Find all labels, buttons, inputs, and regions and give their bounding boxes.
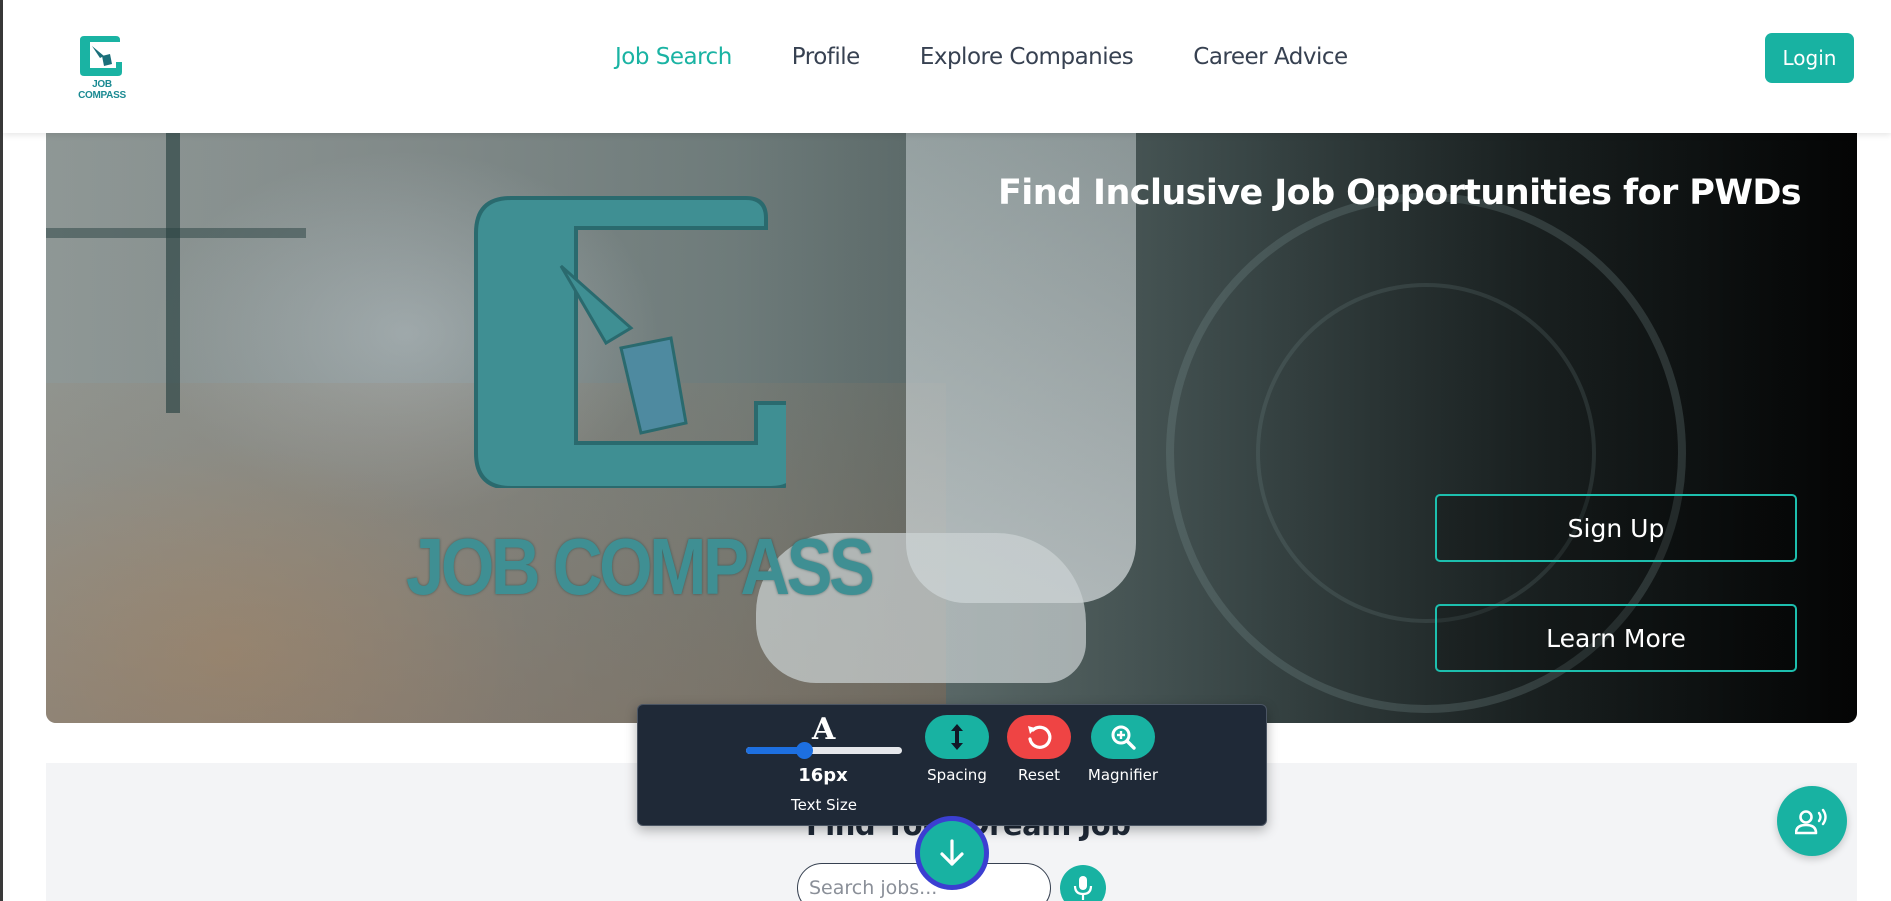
text-size-value: 16px — [798, 765, 848, 786]
voice-search-button[interactable] — [1060, 865, 1106, 901]
logo-wordmark: JOB COMPASS — [78, 79, 126, 101]
login-button[interactable]: Login — [1765, 33, 1854, 83]
text-size-glyph: A — [812, 712, 836, 747]
undo-icon — [1028, 725, 1052, 749]
reset-button[interactable]: Reset — [994, 715, 1084, 784]
nav-job-search[interactable]: Job Search — [615, 44, 732, 70]
site-header: JOB COMPASS Job Search Profile Explore C… — [3, 0, 1891, 133]
sign-up-button[interactable]: Sign Up — [1435, 494, 1797, 562]
zoom-in-icon — [1111, 725, 1136, 750]
voice-assistant-button[interactable] — [1777, 786, 1847, 856]
job-compass-logo[interactable]: JOB COMPASS — [69, 32, 135, 101]
spacing-button[interactable]: Spacing — [912, 715, 1002, 784]
compass-logo-icon — [80, 36, 122, 76]
scroll-down-button[interactable] — [915, 816, 989, 890]
text-size-slider[interactable] — [746, 742, 902, 759]
text-size-slider-thumb[interactable] — [795, 742, 813, 759]
reset-label: Reset — [1018, 766, 1060, 784]
voice-assistant-icon — [1795, 808, 1827, 835]
microphone-icon — [1073, 876, 1093, 900]
nav-profile[interactable]: Profile — [792, 44, 861, 70]
hero-logo-wordmark: JOB COMPASS — [406, 522, 875, 611]
magnifier-label: Magnifier — [1087, 766, 1159, 784]
spacing-label: Spacing — [927, 766, 987, 784]
hero-title: Find Inclusive Job Opportunities for PWD… — [998, 173, 1802, 213]
text-size-label: Text Size — [791, 796, 857, 814]
main-nav: Job Search Profile Explore Companies Car… — [615, 44, 1348, 70]
nav-career-advice[interactable]: Career Advice — [1193, 44, 1348, 70]
hero-compass-logo-icon — [474, 196, 786, 488]
magnifier-button[interactable]: Magnifier — [1078, 715, 1168, 784]
arrow-down-icon — [940, 839, 964, 866]
learn-more-button[interactable]: Learn More — [1435, 604, 1797, 672]
hero-banner: JOB COMPASS Find Inclusive Job Opportuni… — [46, 133, 1857, 723]
nav-explore-companies[interactable]: Explore Companies — [920, 44, 1134, 70]
accessibility-toolbar: A 16px Text Size Spacing Reset Magnifier — [637, 704, 1267, 826]
vertical-arrows-icon — [951, 724, 963, 750]
